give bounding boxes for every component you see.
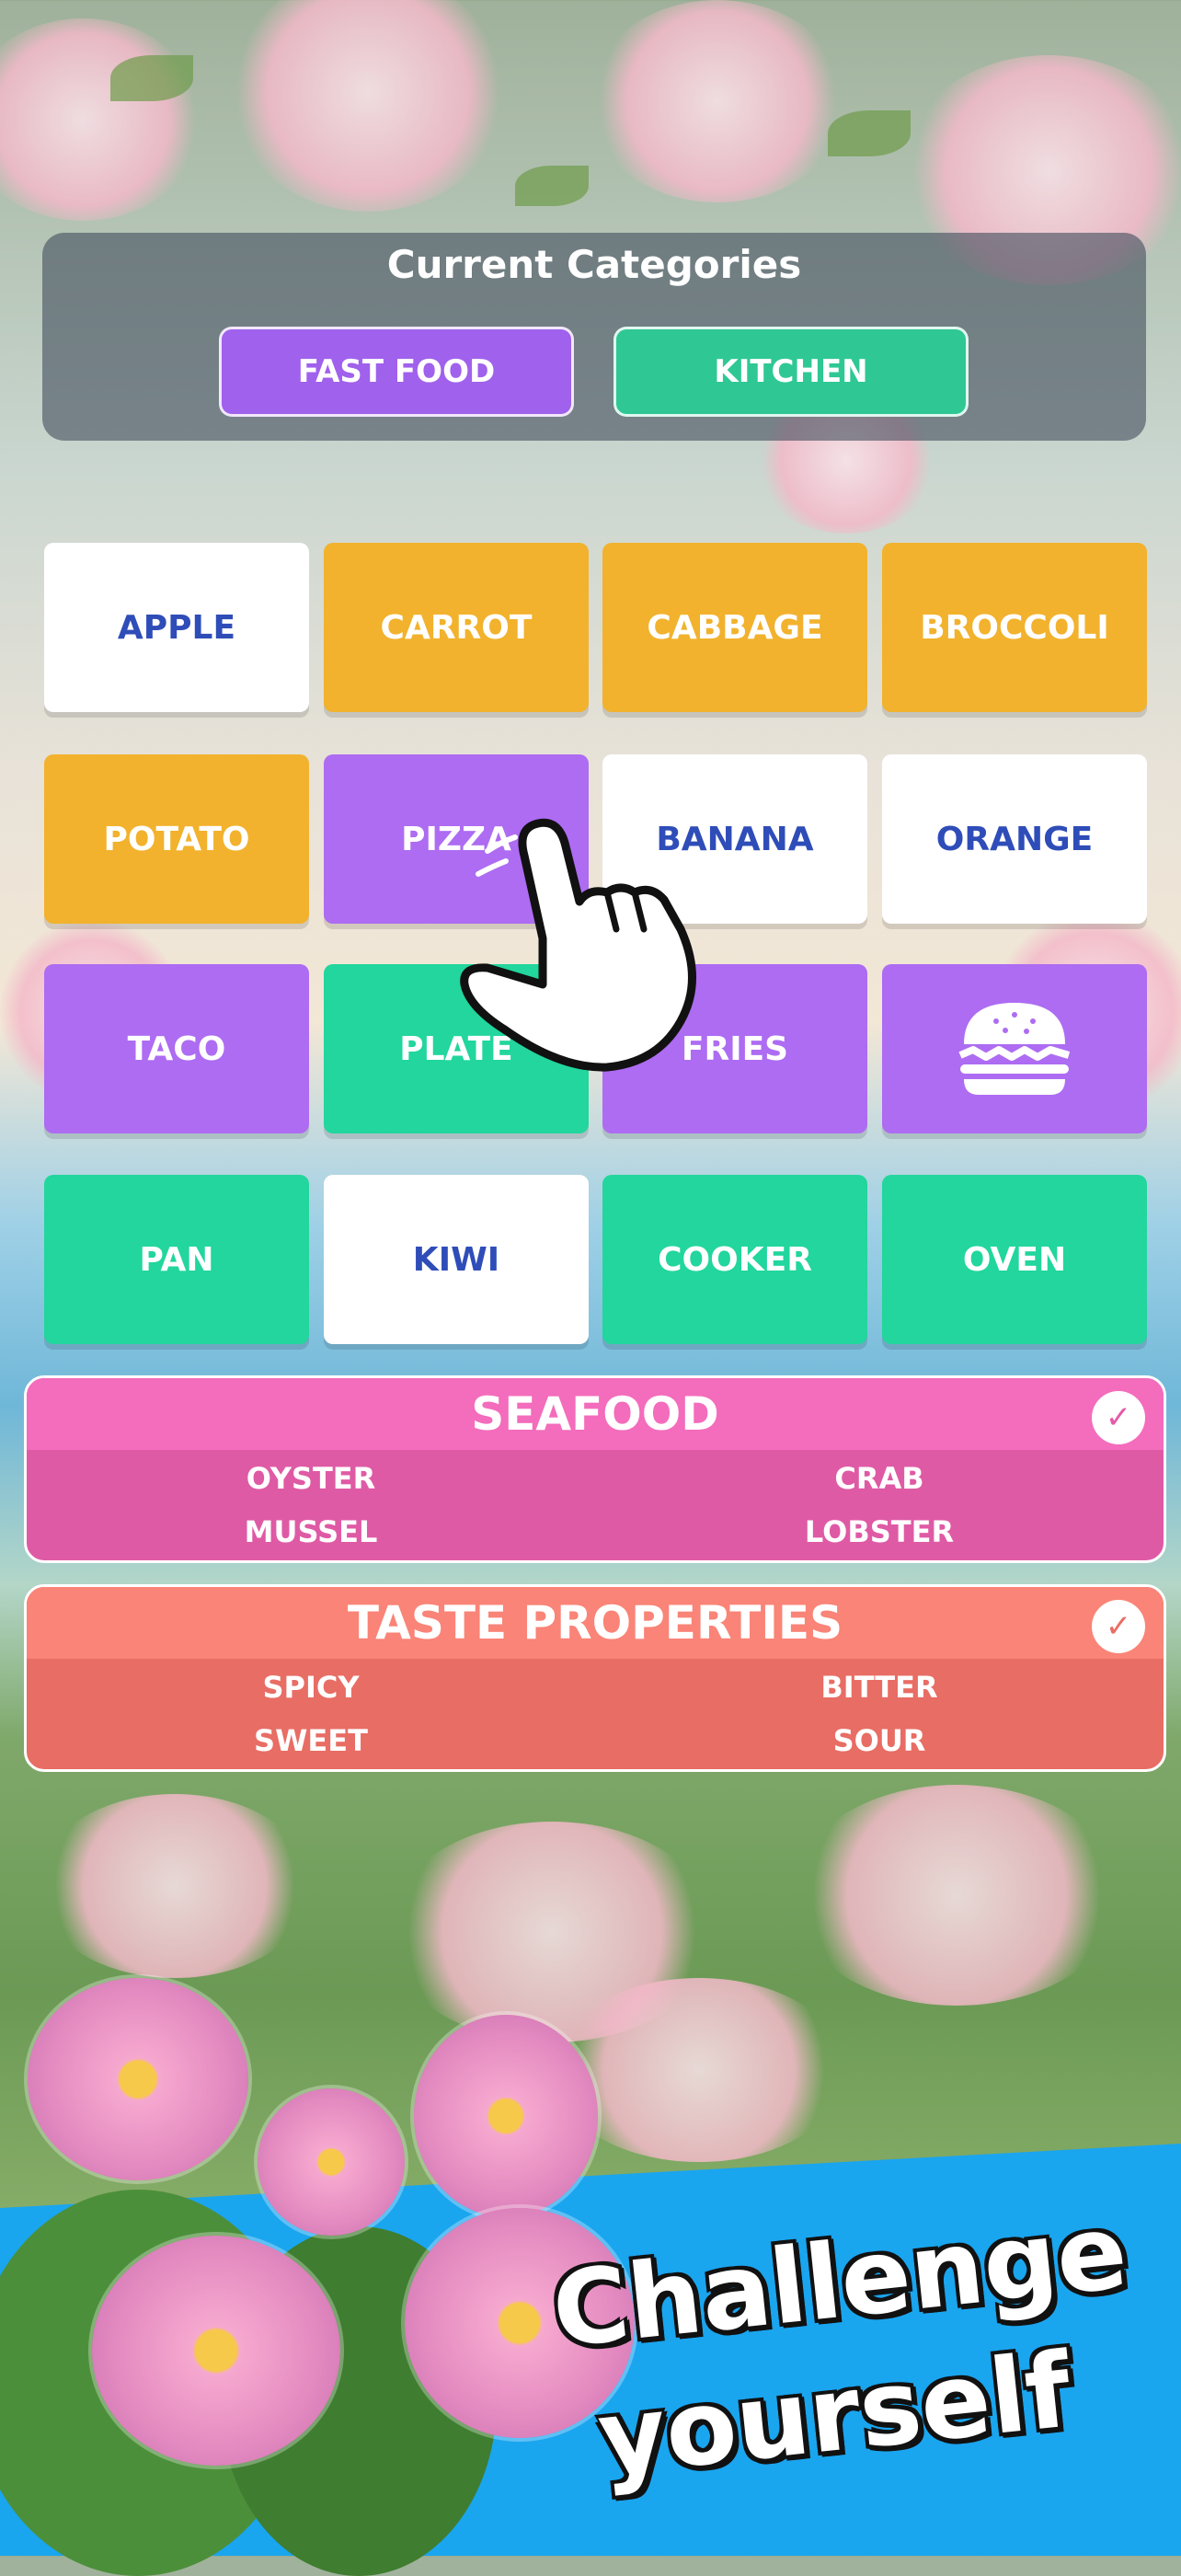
word-tile[interactable]: CARROT xyxy=(324,543,589,712)
group-word: BITTER xyxy=(820,1670,938,1705)
current-categories-panel: Current Categories FAST FOOD KITCHEN xyxy=(42,233,1146,441)
blossom-decoration xyxy=(230,0,506,212)
word-tile[interactable]: PAN xyxy=(44,1175,309,1344)
word-tile[interactable]: APPLE xyxy=(44,543,309,712)
star-check-icon: ✓ xyxy=(1092,1391,1145,1444)
blossom-decoration xyxy=(37,1794,313,1978)
star-check-icon: ✓ xyxy=(1092,1600,1145,1653)
group-word: SWEET xyxy=(254,1723,368,1758)
flower-decoration xyxy=(414,2015,598,2217)
flower-decoration xyxy=(28,1978,248,2180)
category-pill-kitchen: KITCHEN xyxy=(613,327,969,417)
burger-tile[interactable] xyxy=(882,964,1147,1133)
category-pill-fast-food: FAST FOOD xyxy=(219,327,574,417)
flower-decoration xyxy=(92,2236,340,2466)
panel-title: Current Categories xyxy=(386,242,802,287)
group-word: SOUR xyxy=(832,1723,926,1758)
group-word: SPICY xyxy=(262,1670,360,1705)
solved-group-taste-properties: TASTE PROPERTIES ✓ SPICY BITTER SWEET SO… xyxy=(24,1584,1166,1772)
word-tile[interactable]: ORANGE xyxy=(882,754,1147,924)
word-tile[interactable]: KIWI xyxy=(324,1175,589,1344)
burger-icon xyxy=(958,1003,1071,1095)
flower-decoration xyxy=(258,2088,405,2236)
blossom-decoration xyxy=(791,1785,1122,2006)
word-tile[interactable]: POTATO xyxy=(44,754,309,924)
leaf-decoration xyxy=(110,55,193,101)
group-word: MUSSEL xyxy=(244,1514,378,1549)
pointing-hand-icon xyxy=(460,818,696,1072)
word-tile[interactable]: TACO xyxy=(44,964,309,1133)
leaf-decoration xyxy=(515,166,589,206)
group-word: LOBSTER xyxy=(804,1514,955,1549)
word-tile[interactable]: OVEN xyxy=(882,1175,1147,1344)
solved-group-seafood: SEAFOOD ✓ OYSTER CRAB MUSSEL LOBSTER xyxy=(24,1375,1166,1563)
group-title: TASTE PROPERTIES xyxy=(27,1587,1164,1659)
leaf-decoration xyxy=(828,110,911,156)
word-tile[interactable]: CABBAGE xyxy=(602,543,867,712)
group-word: CRAB xyxy=(834,1461,924,1496)
word-tile[interactable]: COOKER xyxy=(602,1175,867,1344)
group-title: SEAFOOD xyxy=(27,1378,1164,1450)
blossom-decoration xyxy=(0,18,202,221)
group-word: OYSTER xyxy=(246,1461,376,1496)
blossom-decoration xyxy=(589,0,846,202)
word-tile[interactable]: BROCCOLI xyxy=(882,543,1147,712)
